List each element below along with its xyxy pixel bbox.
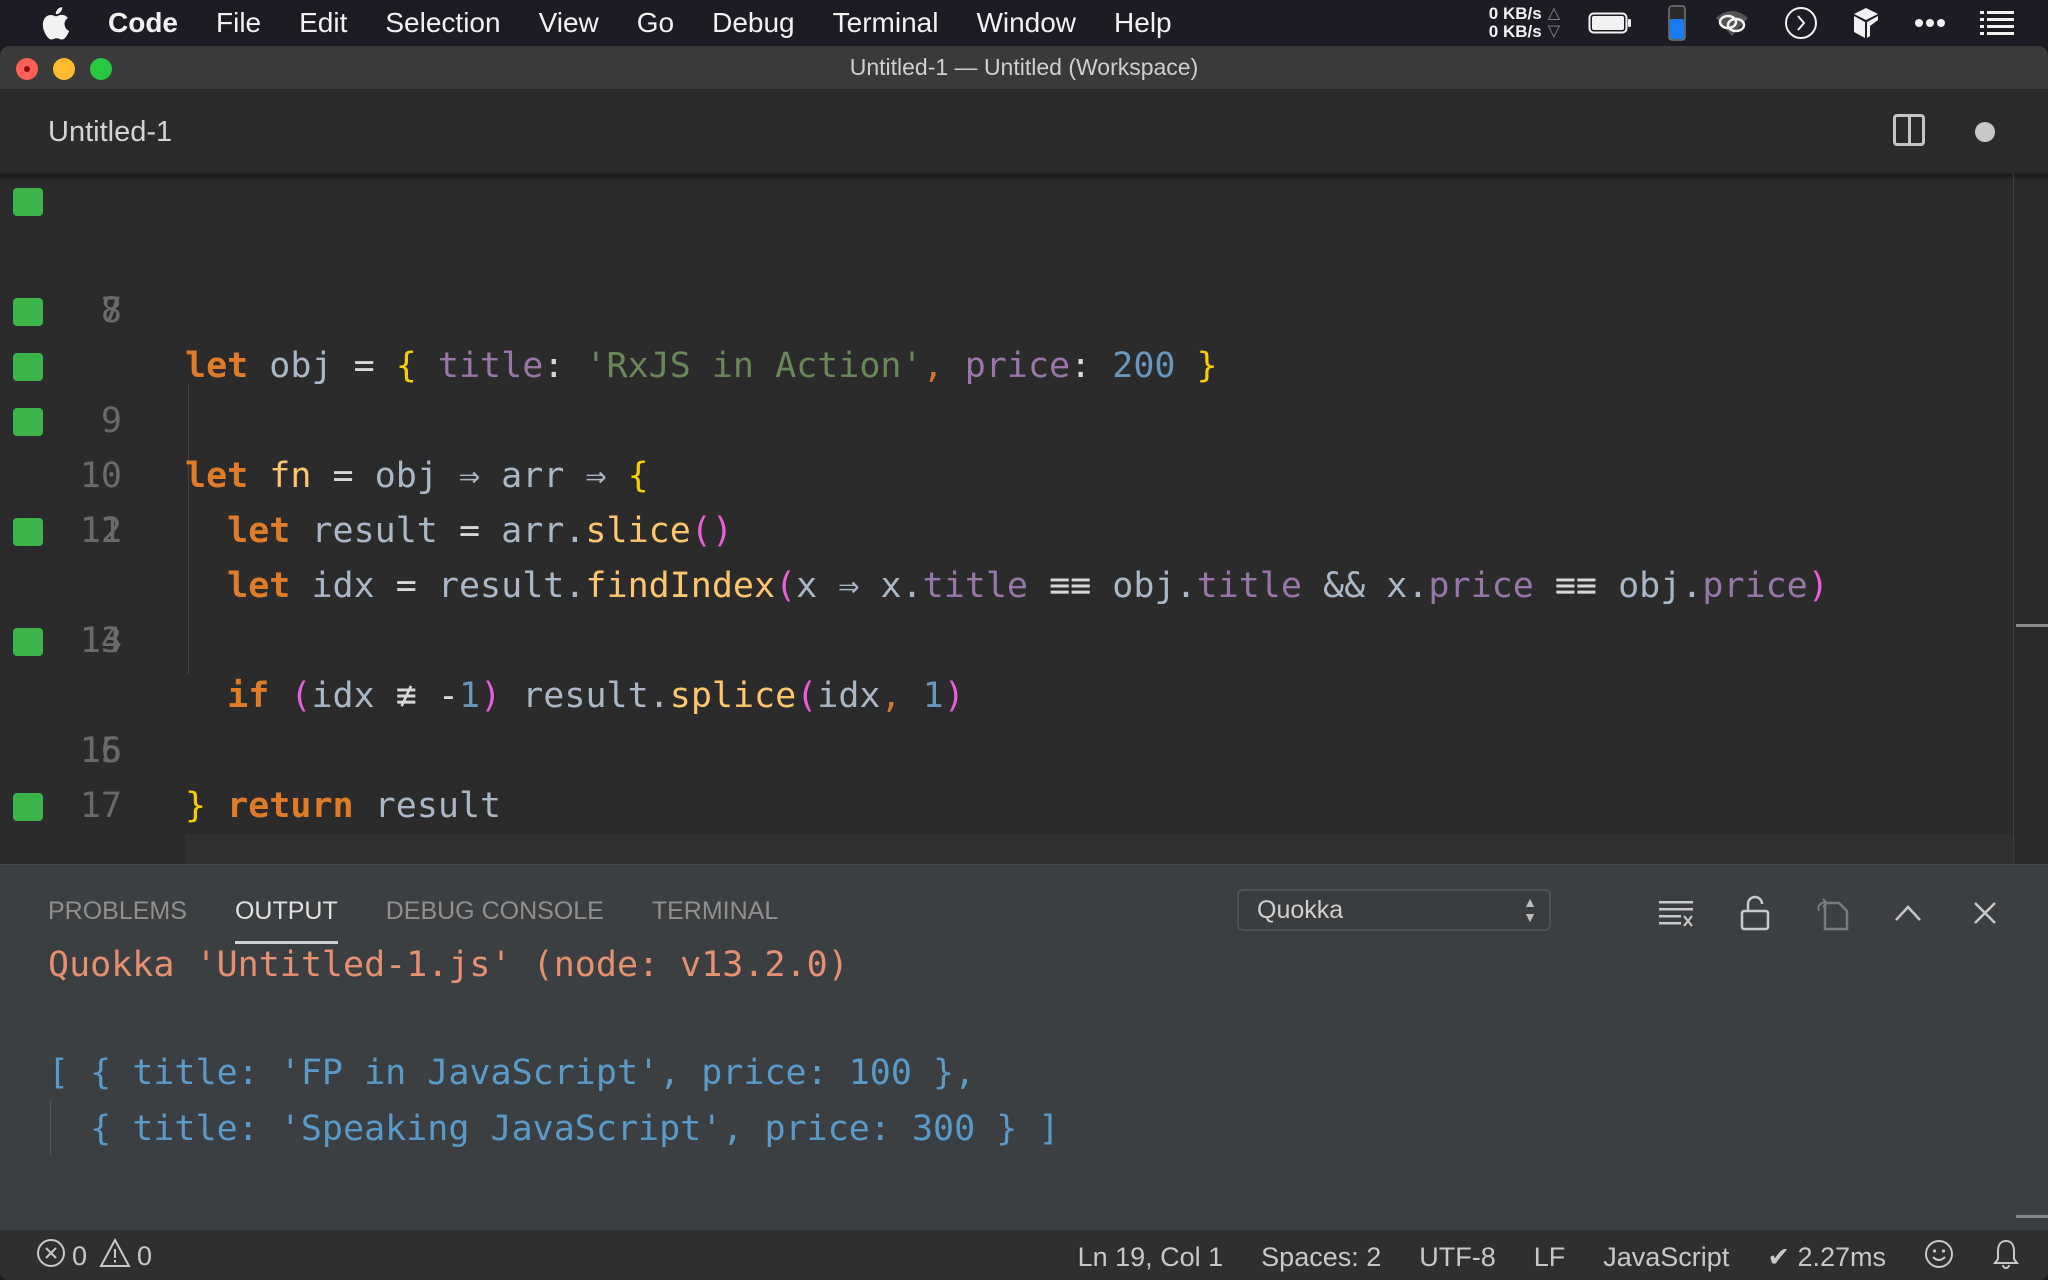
network-speed[interactable]: 0 KB/s 0 KB/s [1489,5,1542,41]
editor-scrollbar-track[interactable] [2013,174,2014,864]
indentation[interactable]: Spaces: 2 [1261,1242,1381,1273]
menu-view[interactable]: View [539,7,599,39]
select-arrows-icon: ▲ ▼ [1523,894,1537,925]
menu-help[interactable]: Help [1114,7,1172,39]
menu-bar-tray: 0 KB/s 0 KB/s △ ▽ [1489,0,2048,46]
menu-terminal[interactable]: Terminal [833,7,939,39]
status-bar: 0 0 Ln 19, Col 1 Spaces: 2 UTF-8 LF Java… [0,1229,2048,1280]
memory-gauge-icon[interactable] [1668,5,1686,41]
menu-debug[interactable]: Debug [712,7,795,39]
menu-edit[interactable]: Edit [299,7,347,39]
split-editor-icon[interactable] [1893,114,1925,146]
warning-count: 0 [137,1241,153,1271]
code-line-8[interactable]: 8 [0,229,2015,331]
error-icon [36,1238,66,1275]
editor-overview-cursor-marker [2016,624,2048,627]
maximize-panel-icon[interactable] [1888,893,1928,933]
code-line-15[interactable]: 15 return result [0,614,2015,826]
code-line-13[interactable]: 13 if (idx ≢ -1) result.splice(idx, 1) [0,504,2015,716]
notifications-bell-icon[interactable] [1992,1238,2020,1277]
window-title: Untitled-1 — Untitled (Workspace) [849,54,1199,80]
menu-app-code[interactable]: Code [108,7,178,39]
code-line-12[interactable]: 12 [0,449,2015,551]
maximize-window-button[interactable] [90,58,112,80]
net-up-speed: 0 KB/s [1488,4,1542,23]
battery-icon[interactable] [1588,11,1634,35]
output-line-1: [ { title: 'FP in JavaScript', price: 10… [48,1053,976,1093]
code-line-16[interactable]: 16 } [0,669,2015,826]
feedback-smiley-icon[interactable] [1924,1239,1954,1276]
menu-file[interactable]: File [216,7,261,39]
encoding[interactable]: UTF-8 [1419,1242,1496,1273]
status-bar-right: Ln 19, Col 1 Spaces: 2 UTF-8 LF JavaScri… [1078,1238,2020,1277]
coverage-marker [13,628,43,656]
window-titlebar[interactable]: Untitled-1 — Untitled (Workspace) [0,46,2048,90]
code-line-19[interactable]: 19 [0,834,2015,864]
close-window-button[interactable] [16,58,38,80]
tab-untitled-1[interactable]: Untitled-1 [48,116,172,149]
link-icon[interactable] [1714,8,1750,38]
language-mode[interactable]: JavaScript [1603,1242,1729,1273]
end-of-line[interactable]: LF [1534,1242,1566,1273]
code-line-18[interactable]: 18 console.dir(fn(obj)(data)) [0,779,2015,834]
output-channel-select[interactable]: Quokka ▲ ▼ [1237,889,1551,931]
clear-output-icon[interactable] [1657,893,1697,933]
code-line-7[interactable]: 7 let obj = { title: 'RxJS in Action', p… [0,174,2015,386]
coverage-marker [13,188,43,216]
error-count: 0 [72,1241,88,1271]
macos-menu-bar: Code File Edit Selection View Go Debug T… [0,0,2048,46]
coverage-marker [13,353,43,381]
coverage-marker [13,408,43,436]
quokka-timing[interactable]: ✔ 2.27ms [1767,1242,1886,1273]
more-icon[interactable] [1914,18,1946,28]
code-line-11[interactable]: 11 let idx = result.findIndex(x ⇒ x.titl… [0,394,2015,606]
forward-circle-icon[interactable] [1784,6,1818,40]
problems-summary[interactable]: 0 0 [36,1237,153,1275]
coverage-marker [13,518,43,546]
bottom-panel: PROBLEMS OUTPUT DEBUG CONSOLE TERMINAL Q… [0,864,2048,1229]
open-log-icon[interactable] [1812,893,1852,933]
unsaved-dot-icon[interactable] [1975,122,1995,142]
list-icon[interactable] [1980,10,2014,36]
output-indent-guide [50,1100,51,1155]
apple-icon[interactable] [40,6,80,40]
code-line-9[interactable]: 9 let fn = obj ⇒ arr ⇒ { [0,284,2015,496]
cube-icon[interactable] [1852,6,1880,40]
close-panel-icon[interactable] [1965,893,2005,933]
code-line-14[interactable]: 14 [0,559,2015,661]
output-channel-value: Quokka [1257,896,1344,924]
warning-icon [99,1237,131,1275]
code-editor[interactable]: 7 let obj = { title: 'RxJS in Action', p… [0,174,2048,864]
window-controls [16,58,112,80]
net-arrows-icon: △ ▽ [1547,5,1560,40]
vscode-window: Untitled-1 — Untitled (Workspace) Untitl… [0,46,2048,1280]
coverage-marker [13,298,43,326]
cursor-position[interactable]: Ln 19, Col 1 [1078,1242,1224,1273]
minimize-window-button[interactable] [53,58,75,80]
output-line-2: { title: 'Speaking JavaScript', price: 3… [48,1109,1060,1149]
lock-scroll-icon[interactable] [1735,893,1775,933]
panel-scroll-marker [2016,1215,2048,1218]
net-down-speed: 0 KB/s [1488,22,1542,41]
coverage-marker [13,793,43,821]
menu-window[interactable]: Window [976,7,1076,39]
menu-go[interactable]: Go [637,7,674,39]
editor-tab-bar: Untitled-1 [0,90,2048,173]
output-header: Quokka 'Untitled-1.js' (node: v13.2.0) [48,945,849,985]
menu-selection[interactable]: Selection [385,7,500,39]
code-line-17[interactable]: 17 [0,724,2015,826]
code-line-10[interactable]: 10 let result = arr.slice() [0,339,2015,551]
